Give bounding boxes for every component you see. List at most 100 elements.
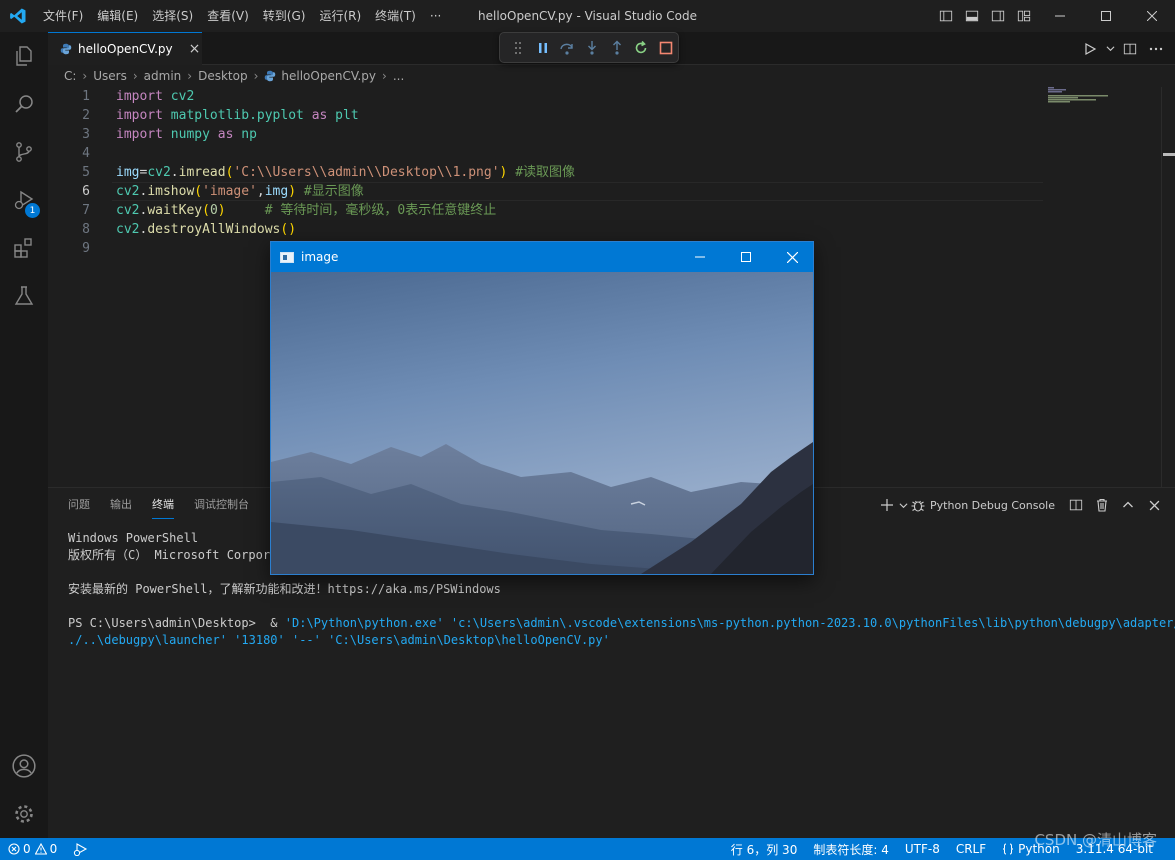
extensions-icon[interactable] <box>0 224 48 272</box>
tab-hello-opencv[interactable]: helloOpenCV.py × <box>48 32 202 65</box>
code-line[interactable]: 3 import numpy as np <box>48 125 1163 144</box>
tab-output[interactable]: 输出 <box>110 496 132 519</box>
breadcrumb-item[interactable]: admin <box>144 69 182 83</box>
code-token: plt <box>335 108 359 123</box>
end-of-line[interactable]: CRLF <box>948 838 994 860</box>
opencv-close-button[interactable] <box>769 242 815 272</box>
split-editor-icon[interactable] <box>1117 33 1143 65</box>
terminal-dropdown-chevron-down-icon[interactable] <box>896 494 910 516</box>
breadcrumb-item[interactable]: Users <box>93 69 127 83</box>
breadcrumb: C: › Users › admin › Desktop › helloOpen… <box>64 66 404 86</box>
step-into-icon[interactable] <box>580 35 605 61</box>
menu-selection[interactable]: 选择(S) <box>145 0 200 32</box>
accounts-icon[interactable] <box>0 742 48 790</box>
menu-edit[interactable]: 编辑(E) <box>90 0 145 32</box>
breadcrumb-item[interactable]: helloOpenCV.py <box>281 69 376 83</box>
menu-more[interactable]: ··· <box>423 0 448 32</box>
breadcrumb-chevron-right-icon: › <box>132 69 138 83</box>
tab-close-icon[interactable]: × <box>189 41 201 57</box>
manage-gear-icon[interactable] <box>0 790 48 838</box>
language-label: Python <box>1018 842 1060 856</box>
panel-tabs: 问题 输出 终端 调试控制台 <box>68 496 269 519</box>
tab-problems[interactable]: 问题 <box>68 496 90 519</box>
testing-flask-icon[interactable] <box>0 272 48 320</box>
code-text: img=cv2.imread('C:\\Users\\admin\\Deskto… <box>116 163 575 182</box>
toggle-panel-icon[interactable] <box>959 0 985 32</box>
indentation[interactable]: 制表符长度: 4 <box>805 838 897 860</box>
restart-icon[interactable] <box>629 35 654 61</box>
opencv-minimize-button[interactable] <box>677 242 723 272</box>
problems-status[interactable]: 0 0 <box>0 838 65 860</box>
close-window-button[interactable] <box>1129 0 1175 32</box>
tab-terminal[interactable]: 终端 <box>152 496 174 519</box>
kill-terminal-trash-icon[interactable] <box>1089 494 1115 516</box>
python-file-icon <box>60 43 72 55</box>
more-actions-icon[interactable] <box>1143 33 1169 65</box>
encoding[interactable]: UTF-8 <box>897 838 948 860</box>
run-python-file-icon[interactable] <box>1077 33 1103 65</box>
run-dropdown-chevron-down-icon[interactable] <box>1103 33 1117 65</box>
breadcrumb-chevron-right-icon: › <box>187 69 193 83</box>
drag-handle-icon[interactable] <box>506 35 531 61</box>
menu-file[interactable]: 文件(F) <box>36 0 90 32</box>
toggle-secondary-sidebar-icon[interactable] <box>985 0 1011 32</box>
tab-debug-console[interactable]: 调试控制台 <box>194 496 249 519</box>
code-token: ) <box>288 184 297 199</box>
menu-terminal[interactable]: 终端(T) <box>368 0 423 32</box>
breadcrumb-item[interactable]: C: <box>64 69 76 83</box>
title-bar: 文件(F) 编辑(E) 选择(S) 查看(V) 转到(G) 运行(R) 终端(T… <box>0 0 1175 32</box>
python-interpreter[interactable]: 3.11.4 64-bit <box>1068 838 1161 860</box>
opencv-maximize-button[interactable] <box>723 242 769 272</box>
menu-go[interactable]: 转到(G) <box>256 0 313 32</box>
code-line[interactable]: 7 cv2.waitKey(0) # 等待时间，毫秒级，0表示任意键终止 <box>48 201 1163 220</box>
stop-icon[interactable] <box>653 35 678 61</box>
breadcrumb-item[interactable]: Desktop <box>198 69 248 83</box>
cursor-position[interactable]: 行 6，列 30 <box>723 838 806 860</box>
code-line[interactable]: 4 <box>48 144 1163 163</box>
menu-view[interactable]: 查看(V) <box>200 0 256 32</box>
opencv-image-window: image <box>270 241 814 575</box>
customize-layout-icon[interactable] <box>1011 0 1037 32</box>
error-count: 0 <box>23 842 31 856</box>
pause-icon[interactable] <box>531 35 556 61</box>
code-token: 'C:\\Users\\admin\\Desktop\\1.png' <box>233 165 500 180</box>
opencv-window-titlebar[interactable]: image <box>271 242 813 272</box>
code-token: numpy <box>170 127 210 142</box>
new-terminal-plus-icon[interactable] <box>878 494 896 516</box>
code-line[interactable]: 6 cv2.imshow('image',img) #显示图像 <box>48 182 1163 201</box>
explorer-icon[interactable] <box>0 32 48 80</box>
search-icon[interactable] <box>0 80 48 128</box>
status-bar: 0 0 行 6，列 30 制表符长度: 4 UTF-8 CRLF Python … <box>0 838 1175 860</box>
terminal-instance-selector[interactable]: Python Debug Console <box>910 497 1055 513</box>
maximize-panel-chevron-up-icon[interactable] <box>1115 494 1141 516</box>
menu-bar: 文件(F) 编辑(E) 选择(S) 查看(V) 转到(G) 运行(R) 终端(T… <box>36 0 448 32</box>
displayed-image-mountain-landscape <box>271 272 813 574</box>
code-token: ) <box>217 203 226 218</box>
step-out-icon[interactable] <box>604 35 629 61</box>
panel-actions: Python Debug Console <box>878 494 1167 516</box>
split-terminal-icon[interactable] <box>1063 494 1089 516</box>
code-line[interactable]: 2 import matplotlib.pyplot as plt <box>48 106 1163 125</box>
source-control-icon[interactable] <box>0 128 48 176</box>
debug-status-icon[interactable] <box>65 838 97 860</box>
run-and-debug-icon[interactable]: 1 <box>0 176 48 224</box>
minimize-button[interactable] <box>1037 0 1083 32</box>
code-line[interactable]: 5 img=cv2.imread('C:\\Users\\admin\\Deskt… <box>48 163 1163 182</box>
toggle-primary-sidebar-icon[interactable] <box>933 0 959 32</box>
language-mode[interactable]: Python <box>994 838 1068 860</box>
code-line[interactable]: 8 cv2.destroyAllWindows() <box>48 220 1163 239</box>
close-panel-icon[interactable] <box>1141 494 1167 516</box>
terminal-line: 安装最新的 PowerShell，了解新功能和改进！https://aka.ms… <box>68 582 501 596</box>
editor-scrollbar[interactable] <box>1161 87 1175 487</box>
maximize-button[interactable] <box>1083 0 1129 32</box>
breadcrumb-item[interactable]: ... <box>393 69 404 83</box>
code-token: cv2 <box>116 203 140 218</box>
menu-run[interactable]: 运行(R) <box>312 0 368 32</box>
code-token: 'image' <box>202 184 257 199</box>
minimap[interactable] <box>1048 87 1118 107</box>
step-over-icon[interactable] <box>555 35 580 61</box>
code-line[interactable]: 1 import cv2 <box>48 87 1163 106</box>
